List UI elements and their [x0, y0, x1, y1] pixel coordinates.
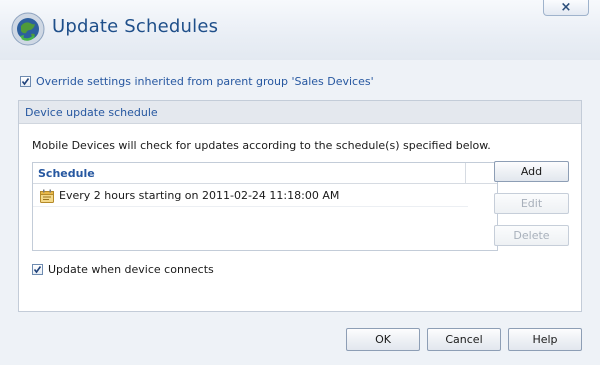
override-settings-checkbox[interactable]: [20, 75, 31, 87]
schedule-row-text: Every 2 hours starting on 2011-02-24 11:…: [59, 189, 340, 202]
ok-button[interactable]: OK: [346, 328, 420, 351]
dialog-title: Update Schedules: [52, 16, 219, 37]
schedule-list-header: Schedule: [33, 163, 497, 184]
update-schedules-dialog: Update Schedules × Override settings inh…: [0, 0, 600, 365]
help-button[interactable]: Help: [508, 328, 582, 351]
schedule-description: Mobile Devices will check for updates ac…: [32, 139, 491, 152]
column-header-schedule[interactable]: Schedule: [38, 167, 95, 180]
update-on-connect-label: Update when device connects: [48, 262, 214, 276]
close-icon: ×: [560, 0, 572, 15]
delete-button[interactable]: Delete: [494, 225, 569, 246]
update-on-connect-checkbox[interactable]: [32, 263, 43, 275]
checkmark-icon: [21, 77, 30, 85]
update-on-connect-row[interactable]: Update when device connects: [32, 262, 214, 276]
column-divider: [465, 163, 466, 184]
checkmark-icon: [33, 265, 42, 273]
add-button[interactable]: Add: [494, 161, 569, 182]
override-settings-label: Override settings inherited from parent …: [36, 74, 374, 88]
schedule-note-icon: [40, 189, 54, 203]
globe-sync-icon: [11, 12, 45, 46]
schedule-list[interactable]: Schedule Every 2 hours starting on 2011-…: [32, 162, 498, 251]
close-button[interactable]: ×: [543, 0, 589, 16]
dialog-header: Update Schedules ×: [0, 0, 600, 60]
group-header: Device update schedule: [19, 101, 581, 124]
override-settings-row[interactable]: Override settings inherited from parent …: [20, 74, 374, 88]
schedule-row[interactable]: Every 2 hours starting on 2011-02-24 11:…: [33, 185, 468, 207]
group-title: Device update schedule: [25, 106, 158, 119]
edit-button[interactable]: Edit: [494, 193, 569, 214]
cancel-button[interactable]: Cancel: [427, 328, 501, 351]
